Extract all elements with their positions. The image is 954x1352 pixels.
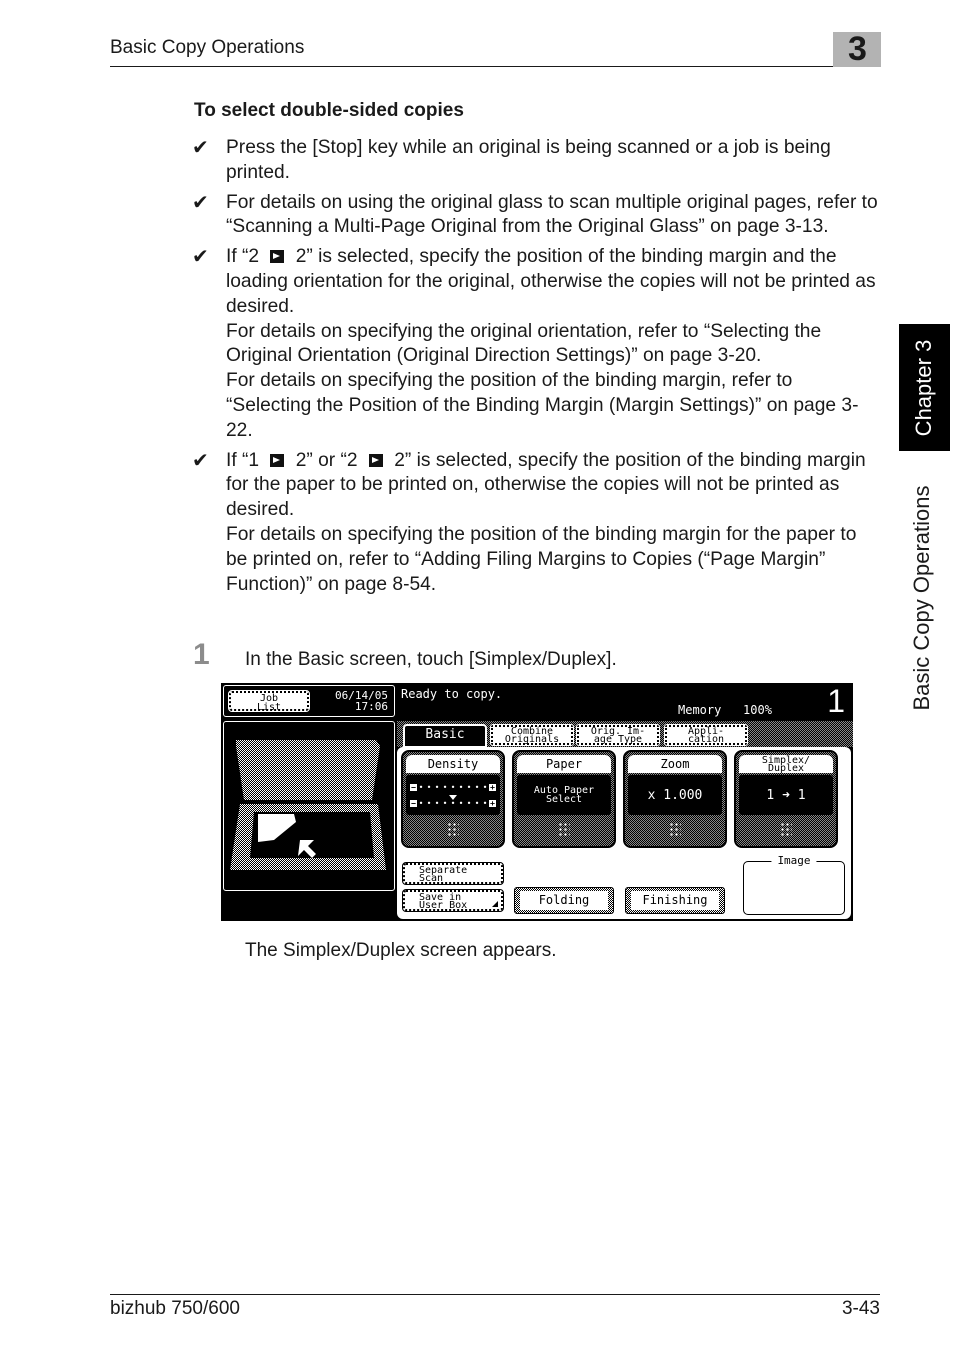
bullet-text: Press the [Stop] key while an original i… <box>226 137 831 183</box>
image-label: Image <box>771 854 817 867</box>
zoom-title: Zoom <box>628 755 722 773</box>
check-icon: ✔ <box>192 191 209 214</box>
dots-icon <box>447 822 459 836</box>
finishing-button[interactable]: Finishing <box>625 887 725 914</box>
density-display: − • • • • • • • • • + − • • • • • • • • • + <box>406 775 500 815</box>
density-tick: • <box>418 782 424 792</box>
density-tick: • <box>442 782 448 792</box>
zoom-value: x 1.000 <box>628 775 722 815</box>
bullet-item: ✔ If “1 2” or “2 2” is selected, specify… <box>192 449 882 598</box>
bullet-list: ✔ Press the [Stop] key while an original… <box>192 136 882 602</box>
tab-combine-originals[interactable]: Combine Originals <box>490 724 574 746</box>
side-chapter-label: Chapter 3 <box>911 339 936 437</box>
scanner-glass-icon <box>230 740 386 870</box>
density-title: Density <box>406 755 500 773</box>
bullet-extra-text: For details on specifying the position o… <box>226 370 859 441</box>
footer-rule <box>110 1294 880 1295</box>
density-tick: • <box>482 782 488 792</box>
bullet-text: For details on using the original glass … <box>226 191 878 238</box>
density-tick: • <box>474 798 480 808</box>
bullet-item: ✔ For details on using the original glas… <box>192 191 882 241</box>
check-icon: ✔ <box>192 449 209 472</box>
bullet-extra-text: For details on specifying the position o… <box>226 523 857 595</box>
paper-value: Auto Paper Select <box>517 775 611 815</box>
minus-icon: − <box>410 782 417 792</box>
step-text: In the Basic screen, touch [Simplex/Dupl… <box>245 649 617 670</box>
date-time: 06/14/05 17:06 <box>335 690 388 712</box>
tab-strip: Basic Combine Originals Orig. Im- age Ty… <box>397 721 853 748</box>
save-in-user-box-button[interactable]: Save in User Box <box>402 889 504 912</box>
density-tick: • <box>466 782 472 792</box>
dots-icon <box>558 822 570 836</box>
density-tick: • <box>442 798 448 808</box>
section-title: To select double-sided copies <box>194 100 464 121</box>
density-tick: • <box>458 798 464 808</box>
basic-tab-content: Density − • • • • • • • • • + − • • • • • • • • • + Paper Aut… <box>397 747 851 919</box>
duplex-arrow-icon <box>270 453 285 467</box>
copy-count: 1 <box>827 683 845 719</box>
side-section-label: Basic Copy Operations <box>909 485 934 711</box>
tab-orig-image-type[interactable]: Orig. Im- age Type <box>576 724 660 746</box>
density-level-marker <box>449 794 457 800</box>
density-tick: • <box>458 782 464 792</box>
density-tick: • <box>426 782 432 792</box>
zoom-button[interactable]: Zoom x 1.000 <box>623 750 727 848</box>
minus-icon: − <box>410 798 417 808</box>
time: 17:06 <box>354 700 388 713</box>
step-number: 1 <box>193 638 210 671</box>
duplex-arrow-icon <box>270 250 285 264</box>
copier-control-panel: Job List 06/14/05 17:06 Ready to copy. M… <box>221 683 853 921</box>
density-tick: • <box>434 798 440 808</box>
dots-icon <box>669 822 681 836</box>
density-tick: • <box>450 798 456 808</box>
bullet-item: ✔ If “2 2” is selected, specify the posi… <box>192 245 882 443</box>
plus-icon: + <box>489 798 496 808</box>
separate-scan-button[interactable]: Separate Scan <box>402 862 504 885</box>
job-list-button[interactable]: Job List <box>228 690 310 713</box>
density-tick: • <box>426 798 432 808</box>
header-rule <box>110 66 880 67</box>
running-header-title: Basic Copy Operations <box>110 37 305 58</box>
paper-title: Paper <box>517 755 611 773</box>
bullet-extra-text: For details on specifying the original o… <box>226 320 822 367</box>
bullet-text: If “2 2” is selected, specify the positi… <box>226 246 876 317</box>
simplex-duplex-value: 1 ➜ 1 <box>739 775 833 815</box>
density-row: − • • • • • • • • • + <box>410 798 496 808</box>
check-icon: ✔ <box>192 137 209 159</box>
paper-button[interactable]: Paper Auto Paper Select <box>512 750 616 848</box>
dots-icon <box>780 822 792 836</box>
original-glass-illustration <box>223 721 395 891</box>
density-tick: • <box>466 798 472 808</box>
folding-button[interactable]: Folding <box>514 887 614 914</box>
memory-indicator: Memory 100% <box>678 703 772 717</box>
footer-page-number: 3-43 <box>841 1298 880 1319</box>
density-tick: • <box>418 798 424 808</box>
density-tick: • <box>434 782 440 792</box>
tab-application[interactable]: Appli- cation <box>664 724 748 746</box>
tab-basic[interactable]: Basic <box>403 724 487 748</box>
bullet-item: ✔ Press the [Stop] key while an original… <box>192 136 882 186</box>
image-preview-box: Image <box>743 854 845 915</box>
simplex-duplex-title: Simplex/ Duplex <box>739 755 833 774</box>
density-scale: − • • • • • • • • • + − • • • • • • • • • + <box>410 782 496 808</box>
density-tick: • <box>450 782 456 792</box>
job-info-area: Job List 06/14/05 17:06 <box>223 685 395 717</box>
density-button[interactable]: Density − • • • • • • • • • + − • • • • • • • • • + <box>401 750 505 848</box>
chapter-number: 3 <box>848 30 867 68</box>
result-text: The Simplex/Duplex screen appears. <box>245 940 557 961</box>
footer-model: bizhub 750/600 <box>110 1298 240 1319</box>
corner-triangle-icon <box>492 901 498 907</box>
duplex-arrow-icon <box>368 453 383 467</box>
simplex-duplex-button[interactable]: Simplex/ Duplex 1 ➜ 1 <box>734 750 838 848</box>
bullet-text: If “1 2” or “2 2” is selected, specify t… <box>226 449 866 521</box>
check-icon: ✔ <box>192 246 209 269</box>
density-row: − • • • • • • • • • + <box>410 782 496 792</box>
plus-icon: + <box>489 782 496 792</box>
density-tick: • <box>482 798 488 808</box>
density-tick: • <box>474 782 480 792</box>
status-message: Ready to copy. <box>401 687 503 701</box>
